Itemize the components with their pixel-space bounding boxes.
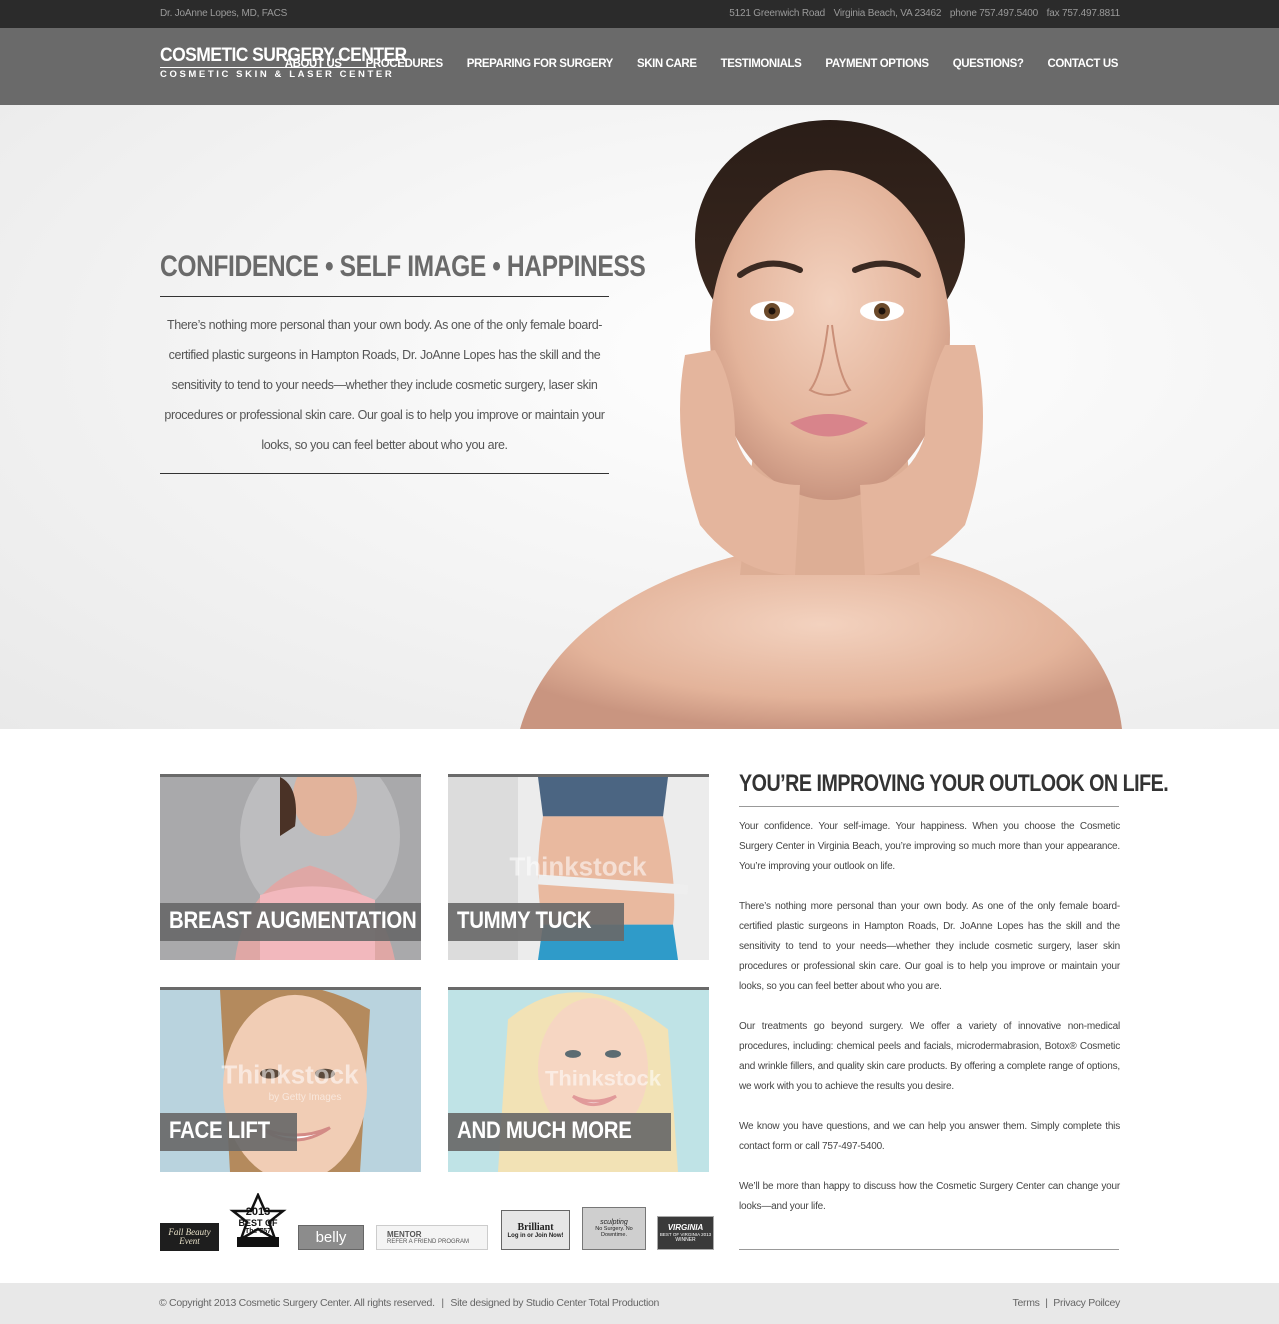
nav-testimonials[interactable]: TESTIMONIALS	[721, 58, 802, 70]
footer-links: Terms | Privacy Poilcey	[1013, 1297, 1121, 1309]
footer-separator: |	[1045, 1297, 1048, 1309]
terms-link[interactable]: Terms	[1013, 1297, 1040, 1309]
fall-badge-text: Fall Beauty Event	[168, 1227, 211, 1246]
best-label: BEST OF	[238, 1217, 278, 1228]
hero-text: There’s nothing more personal than your …	[164, 318, 605, 452]
contact-info: 5121 Greenwich Road Virginia Beach, VA 2…	[723, 8, 1120, 19]
tile-label: TUMMY TUCK	[448, 903, 624, 941]
header: COSMETIC SURGERY CENTER COSMETIC SKIN & …	[0, 28, 1279, 105]
hero-banner: CONFIDENCE • SELF IMAGE • HAPPINESS Ther…	[0, 105, 1279, 729]
tile-face-lift[interactable]: Thinkstock by Getty Images FACE LIFT	[160, 987, 421, 1172]
mentor-sub: REFER A FRIEND PROGRAM	[387, 1239, 470, 1245]
outlook-divider-bottom	[739, 1249, 1119, 1250]
hero-divider-bottom	[160, 473, 609, 474]
tile-and-much-more[interactable]: Thinkstock AND MUCH MORE	[448, 987, 709, 1172]
nav-contact-us[interactable]: CONTACT US	[1047, 58, 1118, 70]
nav-skin-care[interactable]: SKIN CARE	[637, 58, 697, 70]
watermark-text: Thinkstock	[545, 1066, 662, 1091]
city: Virginia Beach, VA 23462	[833, 8, 942, 19]
fax: fax 757.497.8811	[1046, 8, 1121, 19]
privacy-policy-link[interactable]: Privacy Poilcey	[1053, 1297, 1120, 1309]
outlook-paragraph: We know you have questions, and we can h…	[739, 1121, 1120, 1152]
watermark-text: Thinkstock	[509, 854, 647, 882]
sculpt-title: sculpting	[600, 1219, 628, 1226]
nav-questions[interactable]: QUESTIONS?	[953, 58, 1024, 70]
outlook-heading: YOU’RE IMPROVING YOUR OUTLOOK ON LIFE.	[739, 770, 1169, 797]
site-designer-link[interactable]: Site designed by Studio Center Total Pro…	[450, 1297, 659, 1309]
outlook-paragraph: We’ll be more than happy to discuss how …	[739, 1181, 1120, 1212]
hero-divider-top	[160, 296, 609, 297]
mentor-title: MENTOR	[387, 1230, 422, 1239]
footer-separator: |	[441, 1297, 444, 1309]
copyright: © Copyright 2013 Cosmetic Surgery Center…	[159, 1297, 435, 1309]
footer: © Copyright 2013 Cosmetic Surgery Center…	[0, 1283, 1279, 1324]
outlook-paragraph: There’s nothing more personal than your …	[739, 901, 1120, 992]
outlook-paragraph: Our treatments go beyond surgery. We off…	[739, 1021, 1120, 1092]
logo-subtitle: COSMETIC SKIN & LASER CENTER	[160, 69, 395, 80]
tile-label: FACE LIFT	[160, 1113, 297, 1151]
best-sub: The 757	[244, 1227, 272, 1235]
tile-tummy-tuck[interactable]: Thinkstock TUMMY TUCK	[448, 774, 709, 960]
footer-left: © Copyright 2013 Cosmetic Surgery Center…	[159, 1297, 659, 1309]
watermark-text: Thinkstock	[221, 1062, 359, 1090]
tile-label: BREAST AUGMENTATION	[160, 903, 421, 941]
brilliant-distinctions-badge[interactable]: Brilliant Log in or Join Now!	[501, 1210, 570, 1250]
virginia-winner: WINNER	[675, 1237, 696, 1243]
address: 5121 Greenwich Road	[729, 8, 825, 19]
best-year: 2013	[245, 1205, 271, 1218]
nav-payment-options[interactable]: PAYMENT OPTIONS	[825, 58, 929, 70]
brilliant-title: Brilliant	[517, 1221, 554, 1233]
nav-procedures[interactable]: PROCEDURES	[366, 58, 444, 70]
tile-label: AND MUCH MORE	[448, 1113, 672, 1151]
nav-preparing-for-surgery[interactable]: PREPARING FOR SURGERY	[467, 58, 614, 70]
top-info-bar: Dr. JoAnne Lopes, MD, FACS 5121 Greenwic…	[0, 0, 1279, 28]
nav-about-us[interactable]: ABOUT US	[285, 58, 342, 70]
belly-badge[interactable]: belly	[298, 1225, 364, 1250]
brilliant-sub: Log in or Join Now!	[507, 1232, 564, 1239]
hero-title: CONFIDENCE • SELF IMAGE • HAPPINESS	[160, 250, 646, 283]
phone[interactable]: phone 757.497.5400	[950, 8, 1038, 19]
belly-badge-text: belly	[315, 1229, 347, 1246]
coolsculpting-badge[interactable]: sculpting No Surgery. No Downtime.	[582, 1207, 646, 1250]
watermark-sub: by Getty Images	[269, 1092, 342, 1103]
best-of-virginia-badge[interactable]: VIRGINIA BEST OF VIRGINIA 2013 WINNER	[657, 1216, 714, 1250]
doctor-name: Dr. JoAnne Lopes, MD, FACS	[160, 8, 288, 19]
sculpt-sub: No Surgery. No Downtime.	[595, 1226, 633, 1238]
best-of-757-badge[interactable]: 2013 BEST OF The 757	[227, 1193, 289, 1251]
main-nav: ABOUT US PROCEDURES PREPARING FOR SURGER…	[261, 58, 1119, 70]
virginia-title: VIRGINIA	[667, 1223, 704, 1232]
tile-breast-augmentation[interactable]: BREAST AUGMENTATION	[160, 774, 421, 960]
outlook-body: Your confidence. Your self-image. Your h…	[739, 817, 1120, 1237]
fall-beauty-event-badge[interactable]: Fall Beauty Event	[160, 1223, 219, 1251]
mentor-badge[interactable]: MENTOR REFER A FRIEND PROGRAM	[376, 1225, 488, 1250]
outlook-paragraph: Your confidence. Your self-image. Your h…	[739, 821, 1120, 872]
outlook-divider-top	[739, 806, 1119, 807]
